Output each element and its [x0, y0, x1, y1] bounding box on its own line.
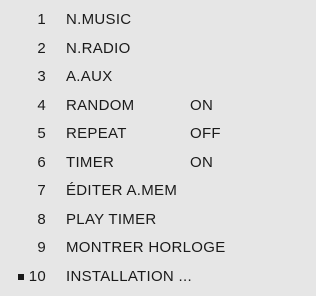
menu-item-repeat[interactable]: 5 REPEAT OFF: [0, 120, 316, 149]
menu-item-number: 4: [37, 96, 46, 114]
menu-item-installation[interactable]: 10 INSTALLATION ...: [0, 263, 316, 292]
menu-item-number: 3: [37, 68, 46, 85]
timer-status: ON: [190, 153, 214, 171]
menu-item-number: 10: [28, 267, 46, 285]
menu-item-label: N.RADIO: [66, 39, 131, 57]
menu-panel: 1 N.MUSIC 2 N.RADIO 3 A.AUX 4 RANDOM ON …: [0, 0, 316, 296]
menu-item-label: MONTRER HORLOGE: [66, 239, 226, 256]
menu-item-n-music[interactable]: 1 N.MUSIC: [0, 6, 316, 35]
menu-item-number: 8: [37, 210, 46, 228]
menu-item-montrer-horloge[interactable]: 9 MONTRER HORLOGE: [0, 234, 316, 263]
menu-item-random[interactable]: 4 RANDOM ON: [0, 92, 316, 121]
menu-item-editer-a-mem[interactable]: 7 ÉDITER A.MEM: [0, 177, 316, 206]
menu-item-label: RANDOM: [66, 96, 135, 114]
menu-item-label: TIMER: [66, 153, 115, 171]
menu-item-play-timer[interactable]: 8 PLAY TIMER: [0, 206, 316, 235]
menu-item-number: 7: [37, 182, 46, 199]
menu-item-number: 5: [37, 125, 46, 142]
menu-item-a-aux[interactable]: 3 A.AUX: [0, 63, 316, 92]
menu-item-label: REPEAT: [66, 125, 127, 142]
repeat-status: OFF: [190, 125, 221, 142]
menu-item-number: 2: [37, 39, 46, 57]
options-menu: 1 N.MUSIC 2 N.RADIO 3 A.AUX 4 RANDOM ON …: [0, 6, 316, 291]
menu-item-label: A.AUX: [66, 68, 113, 85]
menu-item-n-radio[interactable]: 2 N.RADIO: [0, 35, 316, 64]
menu-item-number: 9: [37, 239, 46, 256]
menu-item-label: INSTALLATION ...: [66, 267, 192, 285]
menu-item-number: 1: [37, 11, 46, 28]
random-status: ON: [190, 96, 214, 114]
menu-item-label: N.MUSIC: [66, 11, 132, 28]
menu-item-number: 6: [37, 153, 46, 171]
menu-item-label: ÉDITER A.MEM: [66, 182, 178, 199]
menu-item-label: PLAY TIMER: [66, 210, 157, 228]
menu-item-timer[interactable]: 6 TIMER ON: [0, 149, 316, 178]
